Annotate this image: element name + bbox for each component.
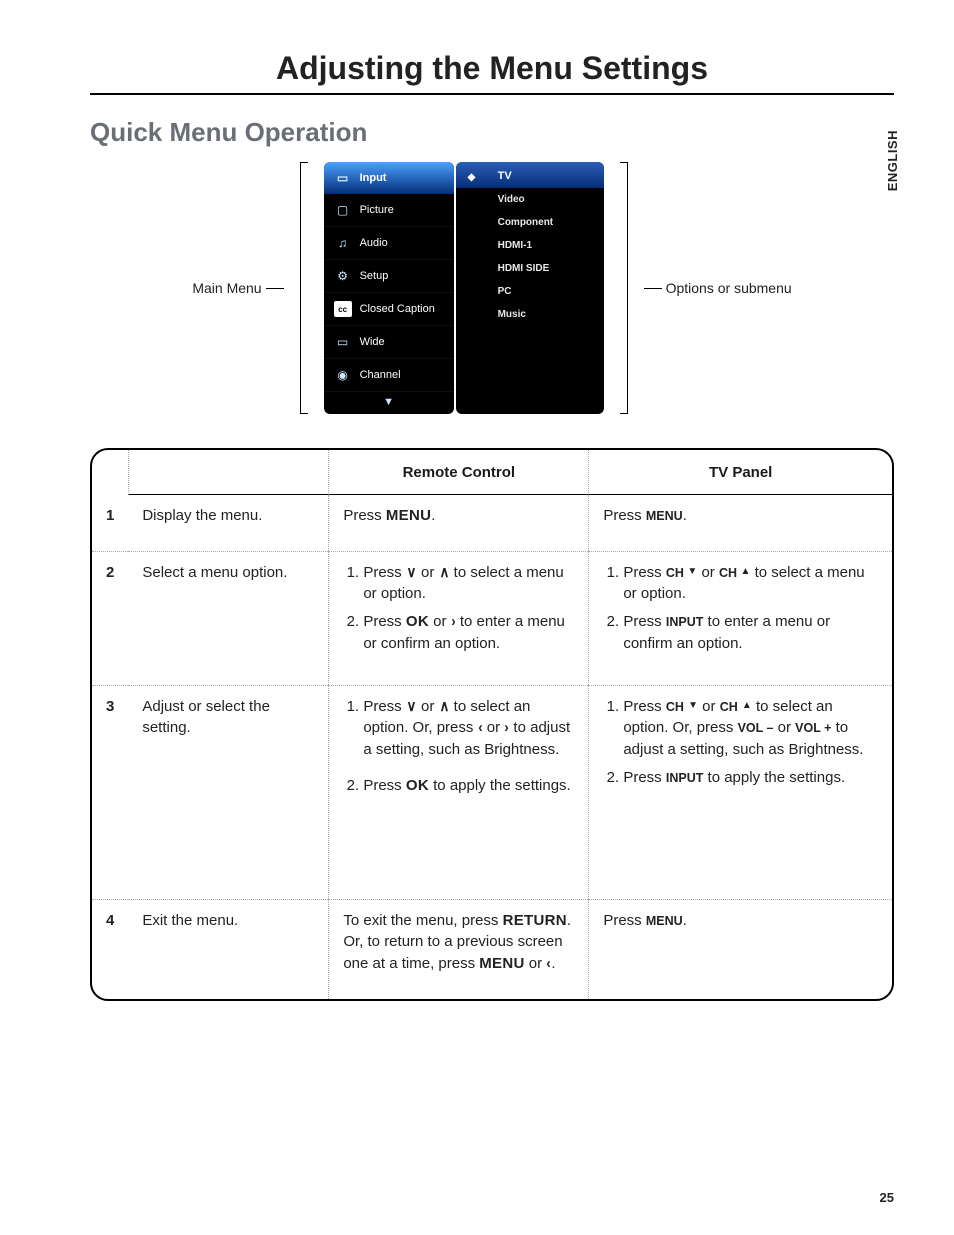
submenu-item: PC bbox=[456, 280, 604, 303]
remote-cell: Press ∨ or ∧ to select an option. Or, pr… bbox=[328, 685, 588, 899]
channel-icon: ◉ bbox=[334, 367, 352, 383]
submenu-selected: ◆ TV bbox=[456, 162, 604, 188]
page-number: 25 bbox=[880, 1190, 894, 1205]
chevron-right-icon: › bbox=[451, 611, 456, 633]
submenu-item: Music bbox=[456, 303, 604, 326]
submenu-label: Options or submenu bbox=[644, 280, 792, 296]
picture-icon: ▢ bbox=[334, 202, 352, 218]
menu-item-setup: ⚙ Setup bbox=[324, 260, 454, 293]
table-row: 2 Select a menu option. Press ∨ or ∧ to … bbox=[92, 551, 892, 685]
menu-item-channel: ◉ Channel bbox=[324, 359, 454, 392]
table-row: 4 Exit the menu. To exit the menu, press… bbox=[92, 899, 892, 999]
main-menu-label: Main Menu bbox=[192, 280, 283, 296]
menu-item-wide: ▭ Wide bbox=[324, 326, 454, 359]
step-number: 2 bbox=[92, 551, 128, 685]
submenu-item: Video bbox=[456, 188, 604, 211]
table-row: 1 Display the menu. Press MENU. Press ME… bbox=[92, 495, 892, 551]
step-number: 1 bbox=[92, 495, 128, 551]
step-number: 3 bbox=[92, 685, 128, 899]
remote-cell: Press ∨ or ∧ to select a menu or option.… bbox=[328, 551, 588, 685]
submenu-item: HDMI-1 bbox=[456, 234, 604, 257]
chevron-down-icon: ∨ bbox=[406, 696, 416, 718]
header-remote: Remote Control bbox=[328, 450, 588, 495]
triangle-up-icon: ▲ bbox=[741, 565, 751, 580]
chevron-up-icon: ∧ bbox=[439, 562, 449, 584]
submenu-item: HDMI SIDE bbox=[456, 257, 604, 280]
panel-cell: Press CH ▼ or CH ▲ to select an option. … bbox=[588, 685, 892, 899]
panel-cell: Press MENU. bbox=[588, 899, 892, 999]
triangle-up-icon: ▲ bbox=[742, 699, 752, 714]
chevron-down-icon: ∨ bbox=[406, 562, 416, 584]
chevron-down-icon: ▼ bbox=[324, 392, 454, 414]
cc-icon: cc bbox=[334, 301, 352, 317]
panel-cell: Press MENU. bbox=[588, 495, 892, 551]
page-title: Adjusting the Menu Settings bbox=[90, 50, 894, 87]
chevron-left-icon: ‹ bbox=[547, 953, 552, 975]
remote-cell: To exit the menu, press RETURN. Or, to r… bbox=[328, 899, 588, 999]
menu-item-picture: ▢ Picture bbox=[324, 194, 454, 227]
wide-icon: ▭ bbox=[334, 334, 352, 350]
header-panel: TV Panel bbox=[588, 450, 892, 495]
menu-item-cc: cc Closed Caption bbox=[324, 293, 454, 326]
submenu-item: Component bbox=[456, 211, 604, 234]
chevron-up-icon: ∧ bbox=[439, 696, 449, 718]
language-tab: ENGLISH bbox=[885, 130, 900, 191]
step-desc: Select a menu option. bbox=[128, 551, 328, 685]
chevron-left-icon: ‹ bbox=[478, 717, 483, 739]
section-title: Quick Menu Operation bbox=[90, 117, 894, 148]
menu-item-audio: ♫ Audio bbox=[324, 227, 454, 260]
step-desc: Display the menu. bbox=[128, 495, 328, 551]
pointer-icon: ◆ bbox=[468, 172, 476, 183]
menu-item-input: ▭ Input bbox=[324, 162, 454, 194]
menu-diagram: Main Menu ▭ Input ▢ Picture ♫ Audio ⚙ bbox=[90, 162, 894, 414]
triangle-down-icon: ▼ bbox=[688, 699, 698, 714]
triangle-down-icon: ▼ bbox=[687, 565, 697, 580]
step-desc: Exit the menu. bbox=[128, 899, 328, 999]
step-desc: Adjust or select the setting. bbox=[128, 685, 328, 899]
remote-cell: Press MENU. bbox=[328, 495, 588, 551]
input-icon: ▭ bbox=[334, 170, 352, 186]
audio-icon: ♫ bbox=[334, 235, 352, 251]
step-number: 4 bbox=[92, 899, 128, 999]
instruction-table: Remote Control TV Panel 1 Display the me… bbox=[90, 448, 894, 1001]
horizontal-rule bbox=[90, 93, 894, 95]
main-menu-panel: ▭ Input ▢ Picture ♫ Audio ⚙ Setup cc C bbox=[324, 162, 454, 414]
table-row: 3 Adjust or select the setting. Press ∨ … bbox=[92, 685, 892, 899]
chevron-right-icon: › bbox=[505, 717, 510, 739]
submenu-panel: TV ◆ TV Video Component HDMI-1 HDMI SIDE… bbox=[456, 162, 604, 414]
panel-cell: Press CH ▼ or CH ▲ to select a menu or o… bbox=[588, 551, 892, 685]
setup-icon: ⚙ bbox=[334, 268, 352, 284]
